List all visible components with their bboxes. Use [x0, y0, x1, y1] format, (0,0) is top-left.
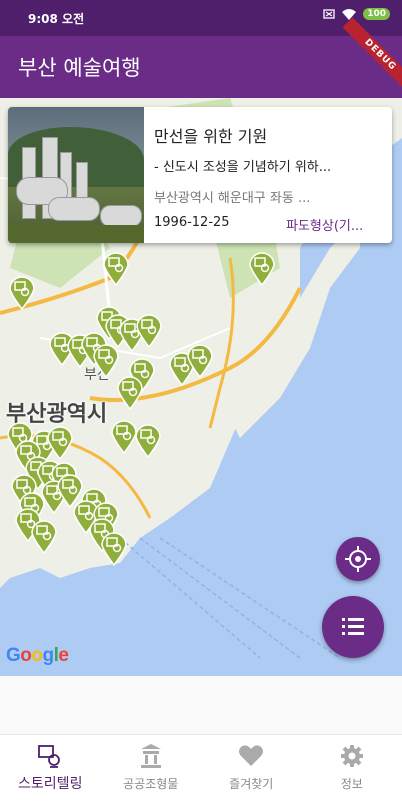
tab-monuments[interactable]: 공공조형물 — [101, 735, 202, 801]
my-location-button[interactable] — [336, 537, 380, 581]
page-title: 부산 예술여행 — [18, 52, 141, 82]
map-marker[interactable] — [135, 312, 163, 348]
google-logo: Google — [6, 645, 68, 667]
status-time: 9:08 오전 — [28, 10, 84, 27]
map-marker[interactable] — [186, 342, 214, 378]
app-bar: 부산 예술여행 DEBUG — [0, 36, 402, 98]
crosshair-icon — [336, 537, 380, 581]
storytelling-icon — [36, 743, 64, 769]
artwork-address: 부산광역시 해운대구 좌동 ... — [154, 187, 310, 206]
tab-label: 정보 — [302, 775, 402, 792]
gear-icon — [338, 743, 366, 769]
tab-label: 스토리텔링 — [0, 773, 101, 793]
bottom-navigation: 스토리텔링 공공조형물 즐겨찾기 정보 — [0, 734, 402, 801]
map-marker[interactable] — [92, 342, 120, 378]
artwork-date: 1996-12-25 — [154, 215, 230, 230]
map-marker[interactable] — [100, 530, 128, 566]
status-icons: 100 — [323, 8, 390, 20]
tab-info[interactable]: 정보 — [302, 735, 402, 801]
heart-icon — [237, 743, 265, 769]
tab-label: 공공조형물 — [101, 775, 202, 792]
monument-icon — [137, 743, 165, 769]
artwork-title: 만선을 위한 기원 — [154, 123, 267, 147]
artwork-thumbnail — [8, 107, 144, 243]
wifi-icon — [341, 8, 357, 20]
list-view-button[interactable] — [322, 596, 384, 658]
status-bar: 9:08 오전 100 — [0, 0, 402, 36]
map-marker[interactable] — [8, 274, 36, 310]
artwork-category: 파도형상(기... — [286, 215, 363, 234]
list-icon — [322, 596, 384, 658]
artwork-info-card[interactable]: 만선을 위한 기원 - 신도시 조성을 기념하기 위하... 부산광역시 해운대… — [8, 107, 392, 243]
tab-storytelling[interactable]: 스토리텔링 — [0, 735, 101, 801]
tab-favorites[interactable]: 즐겨찾기 — [201, 735, 302, 801]
map-marker[interactable] — [116, 374, 144, 410]
map-marker[interactable] — [30, 518, 58, 554]
map-bottom-spacer — [0, 676, 402, 734]
map-marker[interactable] — [134, 422, 162, 458]
tab-label: 즐겨찾기 — [201, 775, 302, 792]
map-marker[interactable] — [102, 250, 130, 286]
artwork-description: - 신도시 조성을 기념하기 위하... — [154, 156, 331, 175]
battery-indicator: 100 — [363, 8, 390, 20]
notification-icon — [323, 9, 335, 19]
map-marker[interactable] — [248, 250, 276, 286]
